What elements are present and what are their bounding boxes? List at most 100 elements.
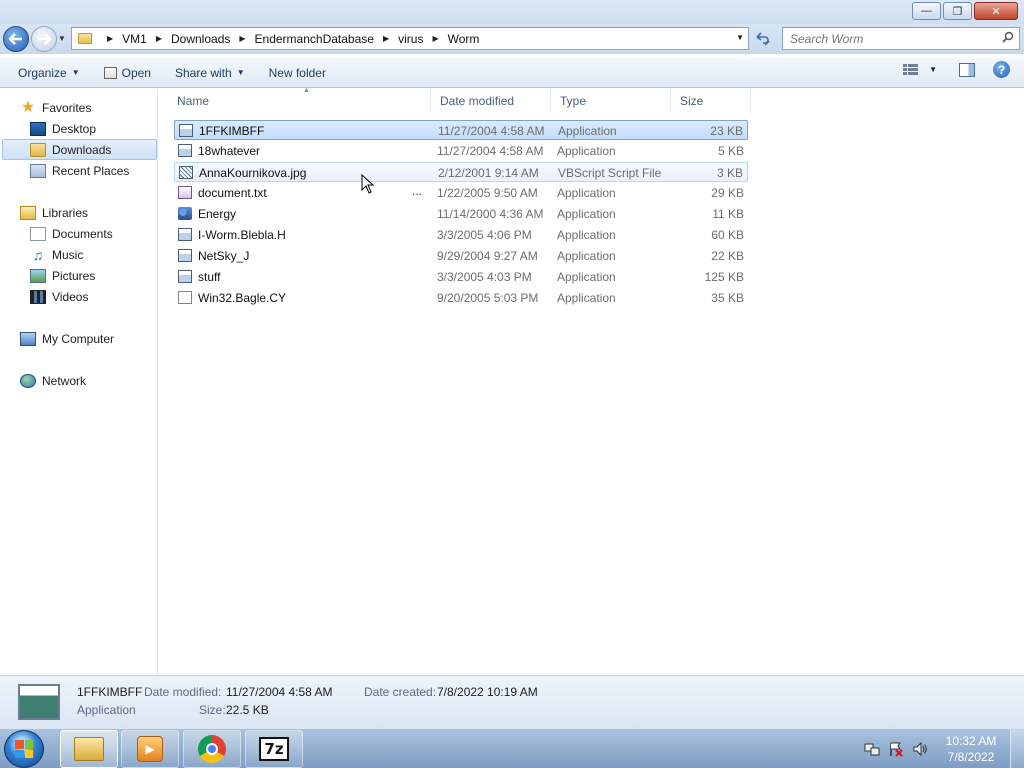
recent-pages-dropdown[interactable]: ▼: [58, 34, 66, 43]
nav-network[interactable]: Network: [20, 370, 86, 391]
caret-down-icon: ▼: [236, 68, 245, 77]
share-with-label: Share with: [174, 65, 232, 80]
details-size-label: Size:: [199, 703, 226, 717]
column-header-size[interactable]: Size: [671, 89, 751, 113]
breadcrumb-downloads[interactable]: Downloads ▶: [171, 32, 255, 46]
organize-label: Organize: [18, 65, 67, 80]
nav-desktop[interactable]: Desktop: [30, 118, 96, 139]
taskbar-media-player-button[interactable]: ▶: [121, 730, 179, 768]
clock-time: 10:32 AM: [945, 734, 997, 748]
chrome-icon: [198, 735, 226, 763]
videos-icon: [30, 289, 46, 304]
breadcrumb-endermanchdatabase[interactable]: EndermanchDatabase ▶: [255, 32, 399, 46]
details-date-modified-label: Date modified:: [144, 685, 222, 699]
mouse-cursor-icon: [361, 174, 375, 194]
command-bar: Organize ▼ Open Share with ▼ New folder …: [0, 57, 1024, 88]
start-button[interactable]: [4, 730, 44, 768]
taskbar-chrome-button[interactable]: [183, 730, 241, 768]
nav-pictures[interactable]: Pictures: [30, 265, 95, 286]
address-row: ▼ ▶ VM1 ▶ Downloads ▶ EndermanchDatabase ▶ …: [0, 24, 1024, 54]
view-options-dropdown-icon[interactable]: ▼: [929, 65, 937, 74]
taskbar-7zip-button[interactable]: 7z: [245, 730, 303, 768]
view-controls: ▼ ?: [903, 61, 1024, 78]
text-app-icon: [178, 186, 192, 199]
change-view-icon[interactable]: [903, 63, 919, 76]
details-pane: 1FFKIMBFF Date modified: 11/27/2004 4:58…: [0, 675, 1024, 728]
nav-my-computer[interactable]: My Computer: [20, 328, 114, 349]
share-with-menu[interactable]: Share with ▼: [167, 61, 253, 85]
star-icon: ★: [20, 98, 36, 116]
details-size: 22.5 KB: [226, 703, 269, 717]
explorer-icon: [74, 737, 104, 761]
navigation-pane: ★ Favorites Desktop Downloads Recent Pla…: [0, 89, 158, 675]
network-icon: [20, 373, 36, 388]
search-icon[interactable]: [1002, 31, 1014, 43]
recent-places-icon: [30, 163, 46, 178]
downloads-folder-icon: [30, 142, 46, 157]
clock-date: 7/8/2022: [947, 750, 995, 764]
search-box[interactable]: [782, 27, 1020, 50]
refresh-icon: [756, 31, 770, 46]
file-row[interactable]: NetSky_J 9/29/2004 9:27 AM Application 2…: [174, 246, 748, 266]
file-row[interactable]: I-Worm.Blebla.H 3/3/2005 4:06 PM Applica…: [174, 225, 748, 245]
file-row[interactable]: stuff 3/3/2005 4:03 PM Application 125 K…: [174, 267, 748, 287]
nav-music[interactable]: ♫ Music: [30, 244, 84, 265]
maximize-button[interactable]: ❐: [943, 2, 972, 20]
help-icon[interactable]: ?: [993, 61, 1010, 78]
breadcrumb-worm[interactable]: Worm: [448, 32, 480, 46]
details-date-created: 7/8/2022 10:19 AM: [437, 685, 538, 699]
volume-icon[interactable]: [912, 741, 928, 757]
back-arrow-icon: [9, 33, 22, 45]
nav-libraries[interactable]: Libraries: [20, 202, 88, 223]
nav-documents[interactable]: Documents: [30, 223, 113, 244]
application-icon: [179, 124, 193, 137]
column-header-date-modified[interactable]: Date modified: [431, 89, 551, 113]
breadcrumb-vm1[interactable]: VM1 ▶: [122, 32, 171, 46]
file-row[interactable]: 1FFKIMBFF 11/27/2004 4:58 AM Application…: [174, 120, 748, 140]
desktop-icon: [30, 121, 46, 136]
application-icon: [178, 249, 192, 262]
computer-icon: [20, 331, 36, 346]
file-row[interactable]: 18whatever 11/27/2004 4:58 AM Applicatio…: [174, 141, 748, 161]
file-row[interactable]: Win32.Bagle.CY 9/20/2005 5:03 PM Applica…: [174, 288, 748, 308]
organize-menu[interactable]: Organize ▼: [10, 61, 88, 85]
file-row[interactable]: AnnaKournikova.jpg 2/12/2001 9:14 AM VBS…: [174, 162, 748, 182]
document-app-icon: [178, 291, 192, 304]
nav-recent-places[interactable]: Recent Places: [30, 160, 129, 181]
action-center-flag-icon[interactable]: [888, 741, 904, 757]
column-header-type[interactable]: Type: [551, 89, 671, 113]
nav-downloads[interactable]: Downloads: [2, 139, 157, 160]
system-tray: 10:32 AM 7/8/2022: [860, 729, 1024, 768]
breadcrumb-virus[interactable]: virus ▶: [398, 32, 448, 46]
application-icon: [178, 228, 192, 241]
minimize-button[interactable]: —: [912, 2, 941, 20]
open-button[interactable]: Open: [96, 61, 159, 85]
windows-logo-icon: [15, 740, 33, 758]
music-icon: ♫: [32, 246, 44, 263]
show-desktop-button[interactable]: [1010, 729, 1024, 768]
file-row[interactable]: Energy 11/14/2000 4:36 AM Application 11…: [174, 204, 748, 224]
taskbar-explorer-button[interactable]: [60, 730, 118, 768]
forward-button[interactable]: [31, 26, 57, 52]
search-input[interactable]: [790, 31, 990, 46]
address-history-dropdown[interactable]: ▼: [736, 33, 744, 42]
file-row[interactable]: document.txt ... 1/22/2005 9:50 AM Appli…: [174, 183, 748, 203]
column-header-name[interactable]: ▲ Name: [168, 87, 431, 113]
breadcrumb-root-arrow[interactable]: ▶: [98, 34, 122, 43]
nav-videos[interactable]: Videos: [30, 286, 88, 307]
preview-pane-icon[interactable]: [959, 62, 975, 77]
back-button[interactable]: [3, 26, 29, 52]
window-title-bar: — ❐ ✕: [0, 0, 1024, 24]
clock[interactable]: 10:32 AM 7/8/2022: [932, 733, 1010, 765]
refresh-button[interactable]: [751, 27, 775, 50]
file-list: ▲ Name Date modified Type Size 1FFKIMBFF…: [159, 87, 1024, 675]
new-folder-label: New folder: [268, 65, 326, 80]
new-folder-button[interactable]: New folder: [261, 61, 334, 85]
energy-app-icon: [178, 207, 192, 220]
address-bar[interactable]: ▶ VM1 ▶ Downloads ▶ EndermanchDatabase ▶ vi…: [71, 27, 749, 50]
close-button[interactable]: ✕: [974, 2, 1018, 20]
details-date-created-label: Date created:: [364, 685, 437, 699]
network-status-icon[interactable]: [864, 741, 880, 757]
application-icon: [178, 270, 192, 283]
nav-favorites[interactable]: ★ Favorites: [20, 97, 92, 118]
